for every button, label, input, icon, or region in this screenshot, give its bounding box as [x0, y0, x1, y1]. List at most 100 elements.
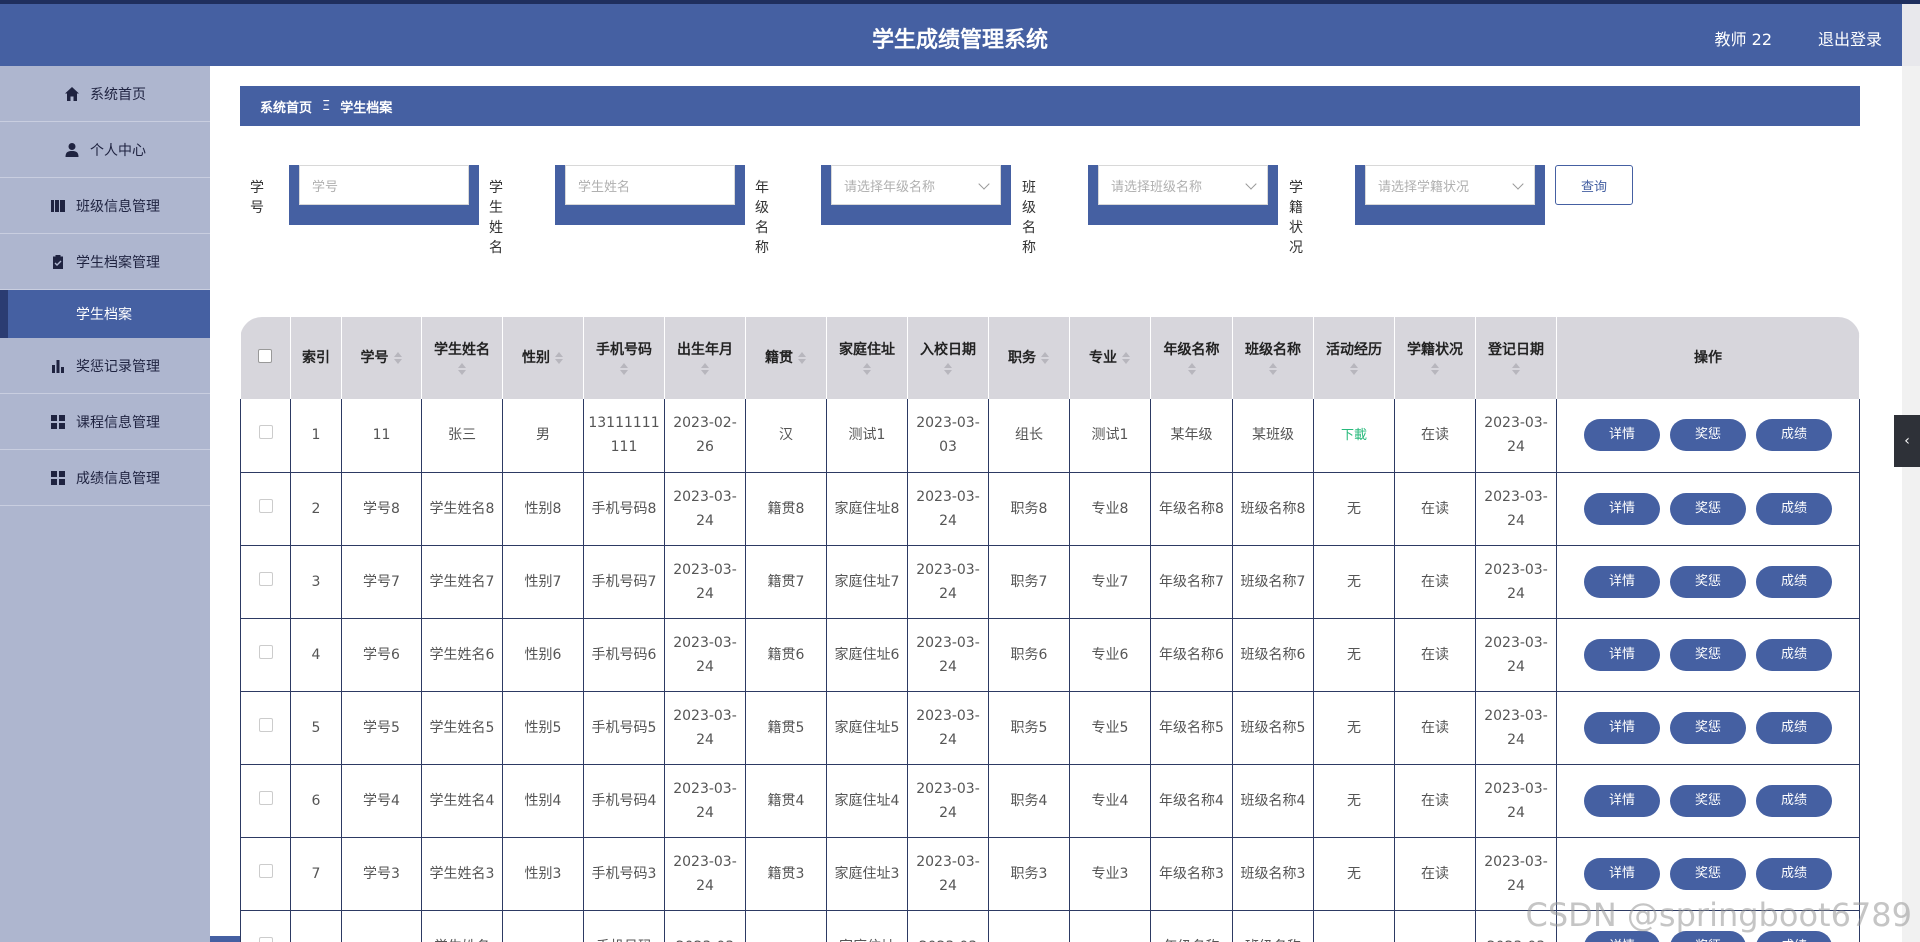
sort-icon: [554, 352, 564, 364]
col-header-address[interactable]: 家庭住址: [826, 317, 908, 399]
sort-icon: [619, 363, 629, 375]
col-header-major[interactable]: 专业: [1069, 317, 1151, 399]
cell-native-place: 籍贯4: [745, 764, 827, 838]
reward-button[interactable]: 奖惩: [1670, 565, 1746, 598]
score-button[interactable]: 成绩: [1756, 711, 1832, 744]
cell-position: 职务8: [988, 472, 1070, 546]
row-checkbox[interactable]: [258, 936, 273, 942]
col-header-student-no[interactable]: 学号: [341, 317, 422, 399]
query-button[interactable]: 查询: [1555, 165, 1633, 205]
cell-position: 职务3: [988, 837, 1070, 911]
detail-button[interactable]: 详情: [1584, 711, 1660, 744]
student-name-label: 学生姓名: [489, 180, 503, 256]
sidebar-item-student-archive[interactable]: 学生档案管理: [0, 234, 210, 290]
student-table: 索引 学号 学生姓名 性别 手机号码 出生年月 籍贯 家庭住址 入校日期 职务 …: [240, 317, 1860, 942]
detail-button[interactable]: 详情: [1584, 419, 1660, 452]
sort-icon: [457, 363, 467, 375]
cell-phone: 手机号码6: [583, 618, 665, 692]
row-checkbox[interactable]: [258, 644, 273, 659]
row-checkbox[interactable]: [258, 425, 273, 440]
col-header-student-name[interactable]: 学生姓名: [421, 317, 503, 399]
detail-button[interactable]: 详情: [1584, 857, 1660, 890]
col-header-activity[interactable]: 活动经历: [1313, 317, 1395, 399]
sidebar-item-personal-center[interactable]: 个人中心: [0, 122, 210, 178]
sidebar-item-class-info[interactable]: 班级信息管理: [0, 178, 210, 234]
cell-grade: 年级名称7: [1150, 545, 1233, 619]
class-select[interactable]: 请选择班级名称: [1098, 165, 1268, 205]
reward-button[interactable]: 奖惩: [1670, 711, 1746, 744]
sidebar-subitem-student-archive[interactable]: 学生档案: [0, 290, 210, 338]
book-icon: [50, 198, 66, 214]
breadcrumb-home[interactable]: 系统首页: [260, 97, 312, 116]
row-checkbox[interactable]: [258, 790, 273, 805]
col-header-register-date[interactable]: 登记日期: [1475, 317, 1557, 399]
detail-button[interactable]: 详情: [1584, 784, 1660, 817]
reward-button[interactable]: 奖惩: [1670, 492, 1746, 525]
reward-button[interactable]: 奖惩: [1670, 784, 1746, 817]
cell-address: 家庭住址5: [826, 691, 908, 765]
app-title: 学生成绩管理系统: [871, 28, 1048, 53]
breadcrumb-separator: Ξ: [322, 98, 331, 114]
score-button[interactable]: 成绩: [1756, 784, 1832, 817]
cell-major: 测试1: [1069, 399, 1151, 473]
detail-button[interactable]: 详情: [1584, 565, 1660, 598]
col-header-phone[interactable]: 手机号码: [583, 317, 665, 399]
page-scrollbar[interactable]: [1902, 66, 1920, 942]
col-header-grade[interactable]: 年级名称: [1150, 317, 1233, 399]
sidebar-item-home[interactable]: 系统首页: [0, 66, 210, 122]
col-header-position[interactable]: 职务: [988, 317, 1070, 399]
col-header-birth[interactable]: 出生年月: [664, 317, 746, 399]
cell-activity: 无: [1313, 691, 1395, 765]
score-button[interactable]: 成绩: [1756, 419, 1832, 452]
student-no-input[interactable]: 学号: [299, 165, 469, 205]
table-row: 6 学号4 学生姓名4 性别4 手机号码4 2023-03-24 籍贯4 家庭住址4 2023-…: [240, 764, 1860, 838]
score-button[interactable]: 成绩: [1756, 857, 1832, 890]
side-panel-toggle[interactable]: ‹: [1894, 415, 1920, 467]
student-name-input[interactable]: 学生姓名: [565, 165, 735, 205]
cell-index: [290, 910, 342, 942]
cell-birth: 2023-03-24: [664, 618, 746, 692]
col-header-enroll-date[interactable]: 入校日期: [907, 317, 989, 399]
score-button[interactable]: 成绩: [1756, 492, 1832, 525]
grade-select[interactable]: 请选择年级名称: [831, 165, 1001, 205]
row-checkbox[interactable]: [258, 717, 273, 732]
download-link[interactable]: 下載: [1341, 428, 1367, 443]
score-button[interactable]: 成绩: [1756, 638, 1832, 671]
cell-register-date: 2023-03-24: [1475, 399, 1557, 473]
cell-actions: 详情奖惩成绩: [1556, 545, 1860, 619]
cell-birth: 2023-03-24: [664, 837, 746, 911]
current-user: 教师 22: [1714, 30, 1772, 49]
cell-student-name: 张三: [421, 399, 503, 473]
col-header-class[interactable]: 班级名称: [1232, 317, 1314, 399]
col-header-native-place[interactable]: 籍贯: [745, 317, 827, 399]
cell-register-date: 2023-03-24: [1475, 764, 1557, 838]
col-label: 登记日期: [1488, 342, 1544, 358]
logout-link[interactable]: 退出登录: [1818, 26, 1882, 50]
detail-button[interactable]: 详情: [1584, 492, 1660, 525]
sort-icon: [1511, 363, 1521, 375]
reward-button[interactable]: 奖惩: [1670, 419, 1746, 452]
col-label: 入校日期: [920, 342, 976, 358]
col-header-status[interactable]: 学籍状况: [1394, 317, 1476, 399]
row-checkbox[interactable]: [258, 571, 273, 586]
student-name-field-wrap: 学生姓名: [555, 165, 745, 225]
sidebar-item-reward-records[interactable]: 奖惩记录管理: [0, 338, 210, 394]
sort-icon: [943, 363, 953, 375]
reward-button[interactable]: 奖惩: [1670, 857, 1746, 890]
sidebar-item-score-info[interactable]: 成绩信息管理: [0, 450, 210, 506]
select-all-checkbox[interactable]: [258, 348, 273, 363]
sidebar-item-course-info[interactable]: 课程信息管理: [0, 394, 210, 450]
col-label: 学生姓名: [434, 342, 490, 358]
sort-icon: [1187, 363, 1197, 375]
reward-button[interactable]: 奖惩: [1670, 638, 1746, 671]
row-checkbox[interactable]: [258, 863, 273, 878]
cell-actions: 详情奖惩成绩: [1556, 764, 1860, 838]
score-button[interactable]: 成绩: [1756, 565, 1832, 598]
cell-position: 职务4: [988, 764, 1070, 838]
status-select[interactable]: 请选择学籍状况: [1365, 165, 1535, 205]
row-checkbox[interactable]: [258, 498, 273, 513]
col-header-gender[interactable]: 性别: [502, 317, 584, 399]
detail-button[interactable]: 详情: [1584, 638, 1660, 671]
cell-major: 专业8: [1069, 472, 1151, 546]
sort-icon: [1430, 363, 1440, 375]
